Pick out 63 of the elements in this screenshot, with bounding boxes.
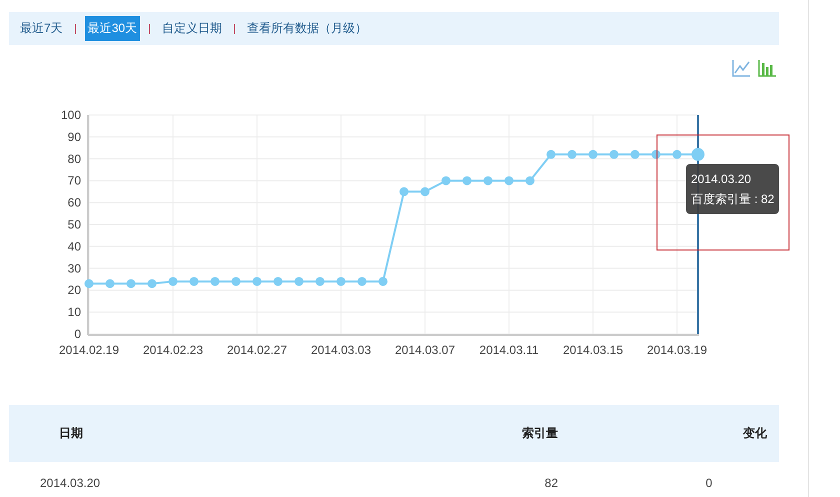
- data-point: [316, 276, 324, 286]
- y-tick-label: 20: [68, 283, 81, 298]
- data-point: [442, 176, 450, 186]
- y-tick-label: 40: [68, 239, 81, 254]
- data-point: [610, 150, 618, 159]
- y-tick-label: 10: [68, 305, 81, 320]
- data-point: [126, 279, 136, 288]
- y-tick-label: 100: [60, 108, 81, 122]
- table-cell: 82: [357, 462, 559, 497]
- y-tick-label: 90: [68, 130, 81, 144]
- tooltip-date: 2014.03.20: [691, 171, 752, 188]
- x-tick-label: 2014.02.23: [142, 343, 204, 357]
- x-tick-label: 2014.02.27: [226, 343, 288, 357]
- data-point: [672, 150, 682, 159]
- data-point: [252, 276, 262, 286]
- y-tick-label: 0: [74, 327, 81, 341]
- data-point: [462, 176, 472, 186]
- range-tab[interactable]: 最近7天: [17, 16, 66, 41]
- table-cell: 0: [559, 462, 779, 497]
- data-point: [210, 276, 220, 286]
- range-tab[interactable]: 最近30天: [84, 16, 140, 41]
- data-point: [232, 276, 240, 286]
- data-point: [526, 176, 534, 186]
- data-point: [378, 276, 388, 286]
- x-tick-label: 2014.03.15: [562, 343, 624, 357]
- column-header: 索引量: [357, 405, 559, 462]
- data-point: [652, 150, 660, 159]
- column-header: 日期: [9, 405, 357, 462]
- x-tick-label: 2014.03.07: [394, 343, 456, 357]
- column-header: 变化: [559, 405, 779, 462]
- table-cell: 2014.03.20: [9, 462, 357, 497]
- data-point: [106, 279, 114, 288]
- data-point: [168, 276, 178, 286]
- x-tick-label: 2014.03.19: [646, 343, 708, 357]
- range-tab[interactable]: 查看所有数据（月级）: [244, 16, 370, 41]
- data-point: [630, 150, 640, 159]
- data-point: [274, 276, 282, 286]
- y-tick-label: 60: [68, 196, 81, 210]
- data-point: [190, 276, 198, 286]
- data-point: [358, 276, 366, 286]
- x-tick-label: 2014.03.11: [479, 343, 539, 357]
- data-point: [84, 279, 94, 288]
- y-tick-label: 50: [68, 218, 81, 232]
- range-tab[interactable]: 自定义日期: [159, 16, 226, 41]
- data-point: [400, 187, 408, 196]
- bar-chart-icon[interactable]: [757, 58, 777, 78]
- y-tick-label: 80: [68, 152, 81, 166]
- x-tick-label: 2014.02.19: [58, 343, 120, 357]
- data-point: [336, 276, 346, 286]
- tooltip-value: 百度索引量 : 82: [691, 191, 774, 208]
- data-point: [294, 276, 304, 286]
- data-point: [148, 279, 156, 288]
- data-point: [692, 148, 704, 161]
- data-point: [420, 187, 430, 196]
- x-tick-label: 2014.03.03: [310, 343, 372, 357]
- data-point: [588, 150, 598, 159]
- y-tick-label: 70: [68, 174, 81, 188]
- data-point: [504, 176, 514, 186]
- line-chart-icon[interactable]: [731, 58, 751, 78]
- data-point: [568, 150, 576, 159]
- data-point: [484, 176, 492, 186]
- data-point: [546, 150, 556, 159]
- y-tick-label: 30: [68, 261, 81, 276]
